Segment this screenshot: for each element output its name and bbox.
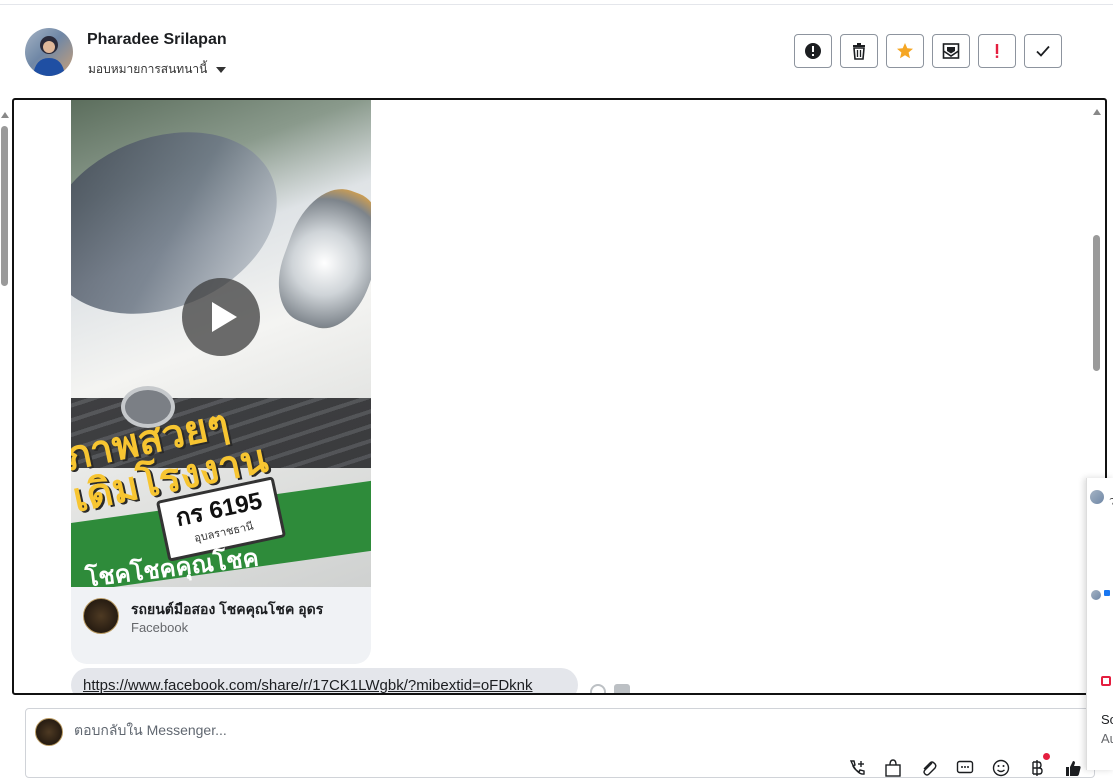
assign-label: มอบหมายการสนทนานี้ <box>88 62 208 76</box>
page-avatar <box>83 598 119 634</box>
like-button[interactable] <box>1062 757 1084 779</box>
mark-done-button[interactable] <box>1024 34 1062 68</box>
scrollbar-thumb[interactable] <box>1 126 8 286</box>
side-panel-peek: ว So Au <box>1086 478 1113 770</box>
message-tools <box>590 684 630 693</box>
add-contact-button[interactable] <box>846 757 868 779</box>
shopping-bag-icon <box>885 759 901 777</box>
exclamation-icon <box>995 44 999 58</box>
delete-button[interactable] <box>840 34 878 68</box>
smiley-icon <box>992 759 1010 777</box>
alert-circle-icon <box>805 43 821 59</box>
share-icon[interactable] <box>614 684 630 693</box>
link-preview-card[interactable]: รถยนต์มือสอง โชคคุณโชค อุดร Facebook <box>71 587 371 664</box>
saved-replies-button[interactable] <box>954 757 976 779</box>
reply-composer <box>25 708 1095 778</box>
chevron-down-icon <box>216 66 227 73</box>
person-icon <box>33 36 65 76</box>
chat-dots-icon <box>956 760 974 774</box>
link-message-bubble: https://www.facebook.com/share/r/17CK1LW… <box>71 668 578 693</box>
notification-dot <box>1043 753 1050 760</box>
mark-unread-button[interactable] <box>932 34 970 68</box>
page-scrollbar[interactable] <box>0 98 10 696</box>
composer-tools <box>846 753 1084 779</box>
thumbs-up-icon <box>1066 761 1081 776</box>
assign-conversation-dropdown[interactable]: มอบหมายการสนทนานี้ <box>88 60 227 79</box>
reply-input[interactable] <box>74 722 674 738</box>
play-button[interactable] <box>182 278 260 356</box>
payment-button[interactable] <box>1026 753 1050 779</box>
react-icon[interactable] <box>590 684 606 693</box>
contact-avatar[interactable] <box>25 28 73 76</box>
play-icon <box>211 302 237 332</box>
star-button[interactable] <box>886 34 924 68</box>
trash-icon <box>853 43 865 60</box>
contact-name[interactable]: Pharadee Srilapan <box>87 31 227 49</box>
thumbs-up-icon <box>1104 590 1110 596</box>
baht-icon <box>1032 760 1043 776</box>
paperclip-icon <box>923 761 937 776</box>
conversation-actions <box>794 34 1062 68</box>
conversation-header: Pharadee Srilapan มอบหมายการสนทนานี้ <box>0 5 1113 97</box>
message-thread: ภาพสวยๆ เดิมโรงงาน กร 6195 อุบลราชธานี โ… <box>12 98 1107 695</box>
scroll-up-arrow-icon[interactable] <box>1093 109 1101 115</box>
phone-plus-icon <box>849 760 865 775</box>
scroll-up-arrow-icon[interactable] <box>1 112 9 118</box>
attach-button[interactable] <box>918 757 940 779</box>
check-icon <box>1036 45 1050 57</box>
spam-button[interactable] <box>794 34 832 68</box>
shop-button[interactable] <box>882 757 904 779</box>
video-attachment[interactable]: ภาพสวยๆ เดิมโรงงาน กร 6195 อุบลราชธานี โ… <box>71 100 371 587</box>
follow-up-button[interactable] <box>978 34 1016 68</box>
car-logo <box>121 386 175 428</box>
preview-title: รถยนต์มือสอง โชคคุณโชค อุดร <box>131 601 324 617</box>
preview-source: Facebook <box>131 620 189 635</box>
avatar <box>1091 590 1101 600</box>
page-avatar <box>35 718 63 746</box>
alert-square-icon <box>1101 676 1111 686</box>
emoji-button[interactable] <box>990 757 1012 779</box>
scrollbar-thumb[interactable] <box>1093 235 1100 371</box>
shared-link[interactable]: https://www.facebook.com/share/r/17CK1LW… <box>83 677 533 693</box>
avatar <box>1090 490 1104 504</box>
envelope-icon <box>942 43 960 59</box>
star-icon <box>897 43 913 59</box>
